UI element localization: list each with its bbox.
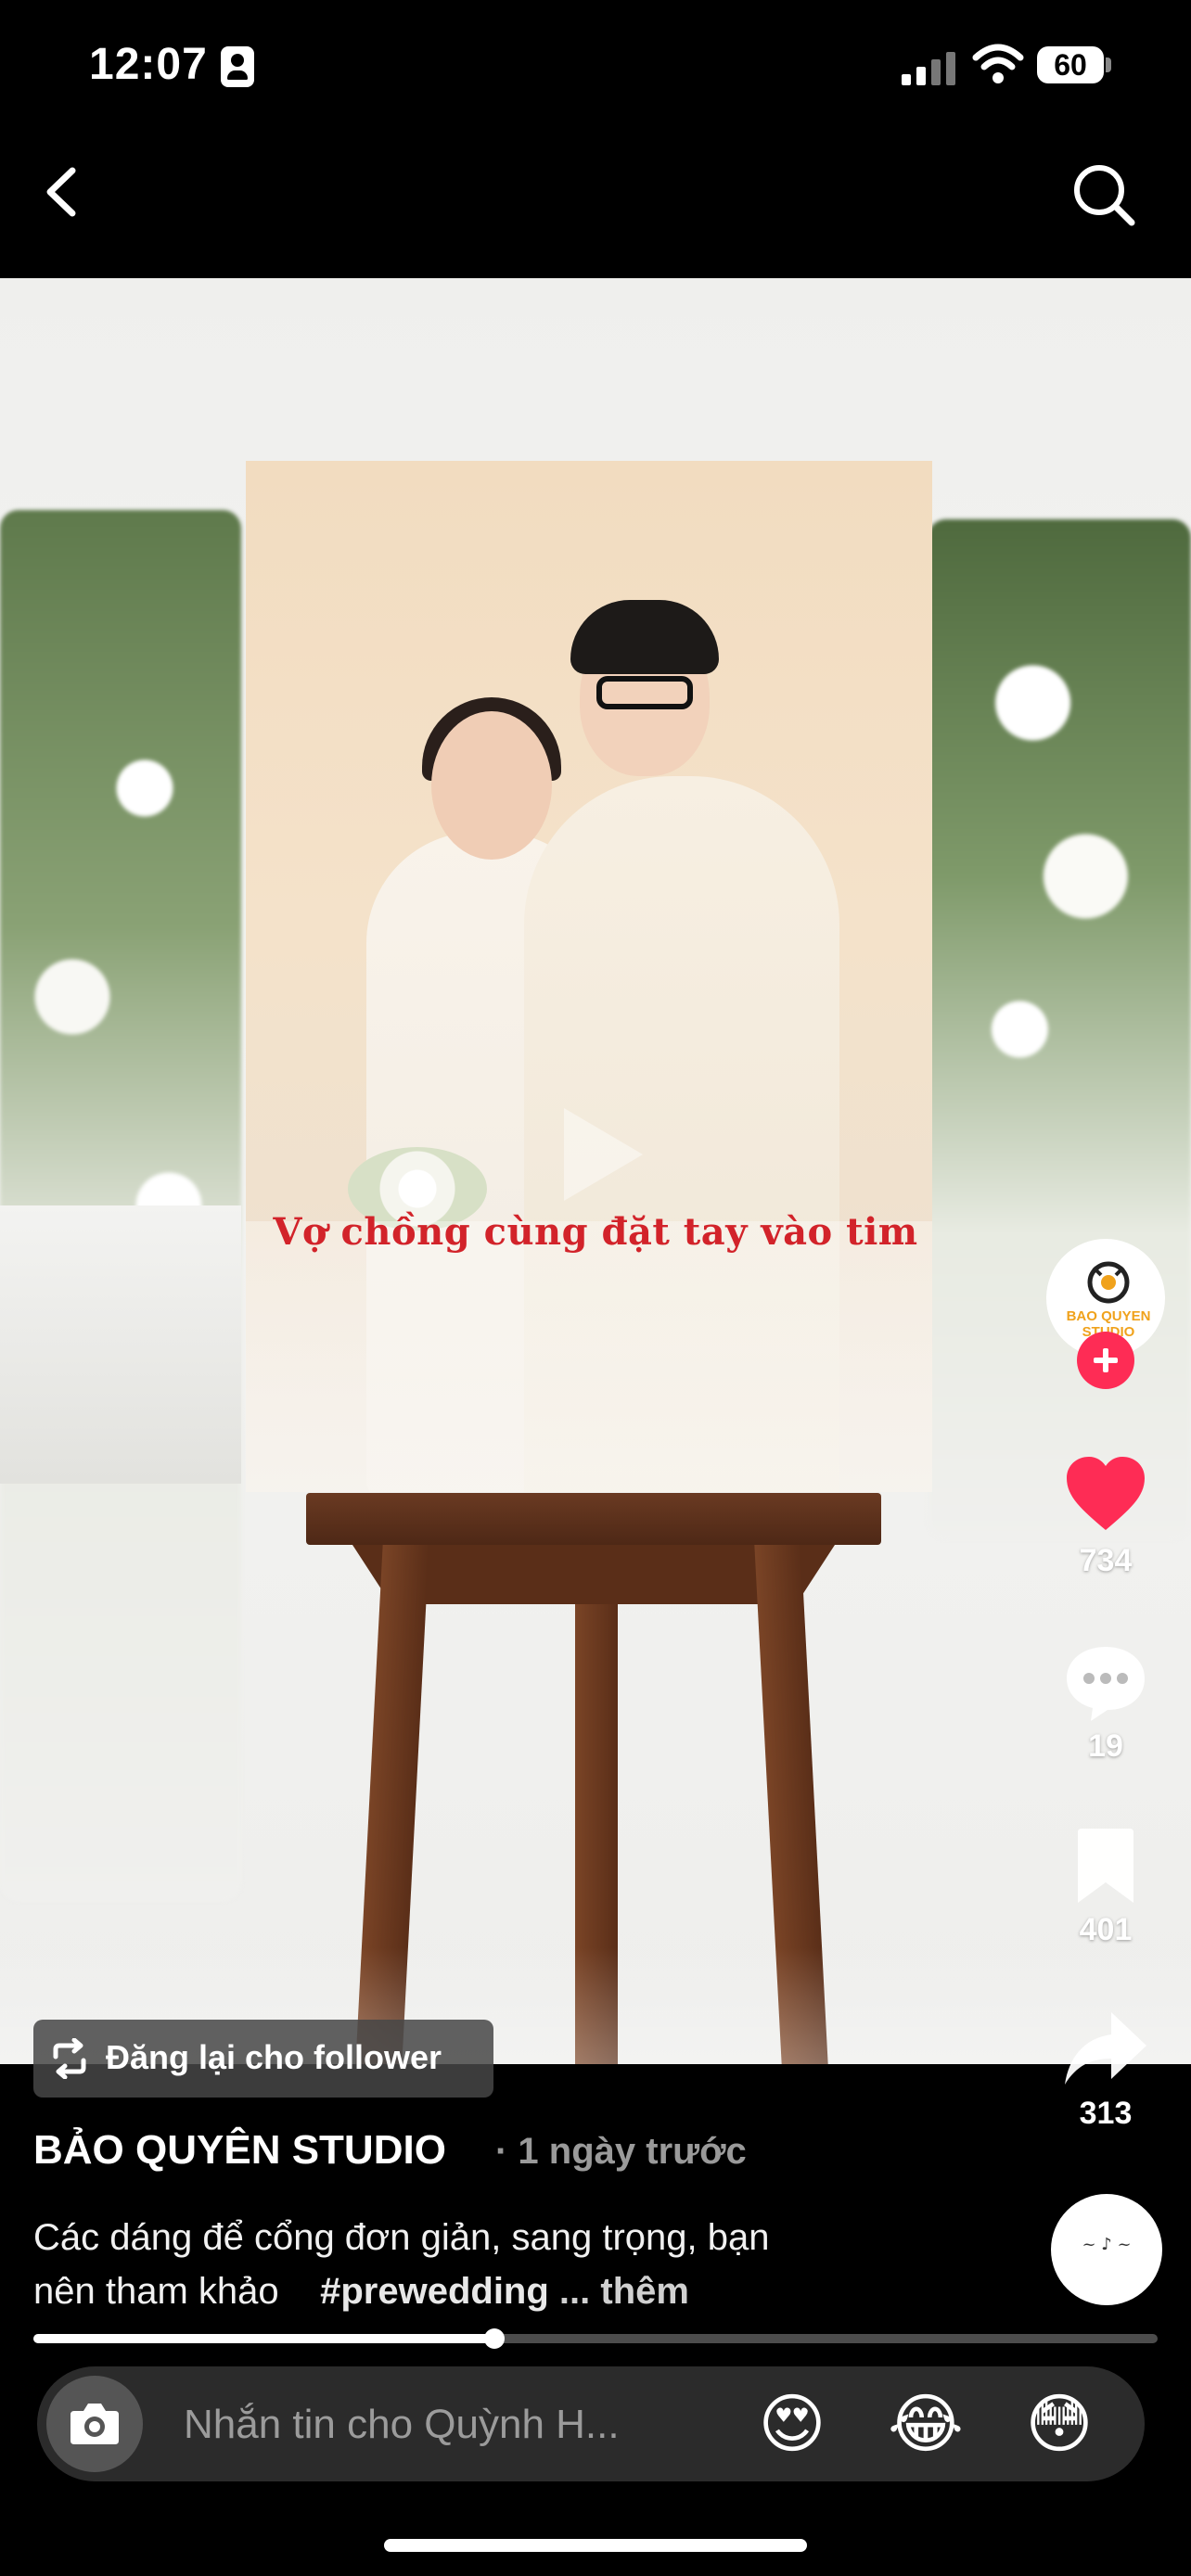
veil — [246, 1221, 932, 1492]
easel-top — [306, 1493, 881, 1545]
post-time: · 1 ngày trước — [495, 2131, 747, 2172]
cellular-signal-icon — [902, 52, 959, 85]
see-more-link[interactable]: ... thêm — [559, 2271, 689, 2312]
author-name[interactable]: BẢO QUYÊN STUDIO — [33, 2127, 446, 2174]
description-text: nên tham khảo — [33, 2271, 279, 2312]
video-caption: Vợ chồng cùng đặt tay vào tim — [273, 1210, 918, 1254]
camera-button[interactable] — [46, 2376, 143, 2472]
emoji-laughing-button[interactable]: 😂 — [887, 2385, 965, 2463]
repost-button[interactable]: Đăng lại cho follower — [33, 2020, 493, 2098]
music-disc[interactable]: ~ ♪ ~ — [1051, 2194, 1162, 2305]
battery-tip — [1106, 57, 1111, 72]
heart-icon[interactable] — [1063, 1452, 1148, 1537]
hashtag-link[interactable]: #prewedding — [320, 2271, 549, 2312]
back-icon[interactable] — [33, 159, 89, 224]
home-indicator[interactable] — [384, 2539, 807, 2552]
search-icon[interactable] — [1069, 159, 1139, 230]
camera-icon — [70, 2404, 119, 2444]
battery-indicator: 60 — [1037, 46, 1104, 83]
comment-count: 19 — [1088, 1728, 1123, 1764]
progress-fill — [33, 2334, 494, 2343]
groom-glasses — [596, 676, 693, 709]
wedding-photo — [246, 461, 932, 1492]
message-bar: 😍 😂 😳 — [37, 2366, 1145, 2481]
groom-hair — [570, 600, 719, 674]
description-line-2: nên tham khảo #prewedding ... thêm — [33, 2264, 924, 2318]
share-icon[interactable] — [1063, 2007, 1148, 2092]
video-player[interactable]: Vợ chồng cùng đặt tay vào tim — [0, 278, 1191, 2064]
repost-label: Đăng lại cho follower — [106, 2038, 442, 2076]
save-count: 401 — [1079, 1912, 1133, 1947]
post-description: Các dáng để cổng đơn giản, sang trọng, b… — [33, 2211, 924, 2318]
bookmark-icon[interactable] — [1063, 1823, 1148, 1908]
message-input[interactable] — [182, 2396, 742, 2454]
music-disc-logo: ~ ♪ ~ — [1082, 2235, 1132, 2254]
emoji-heart-eyes-button[interactable]: 😍 — [753, 2385, 831, 2463]
comment-icon[interactable] — [1063, 1639, 1148, 1725]
emoji-flushed-button[interactable]: 😳 — [1020, 2385, 1098, 2463]
contact-card-icon — [221, 46, 254, 87]
share-count: 313 — [1079, 2096, 1133, 2131]
bride-face — [431, 711, 552, 860]
wifi-icon — [972, 44, 1024, 83]
flower-decoration-right — [928, 519, 1191, 1539]
progress-knob[interactable] — [483, 2328, 505, 2349]
camera-logo-icon — [1087, 1261, 1130, 1304]
like-count: 734 — [1079, 1543, 1133, 1578]
description-line-1: Các dáng để cổng đơn giản, sang trọng, b… — [33, 2217, 770, 2258]
repost-icon — [53, 2038, 86, 2079]
follow-plus-button[interactable] — [1077, 1332, 1134, 1389]
status-time: 12:07 — [89, 40, 208, 89]
play-icon[interactable] — [536, 1094, 657, 1215]
